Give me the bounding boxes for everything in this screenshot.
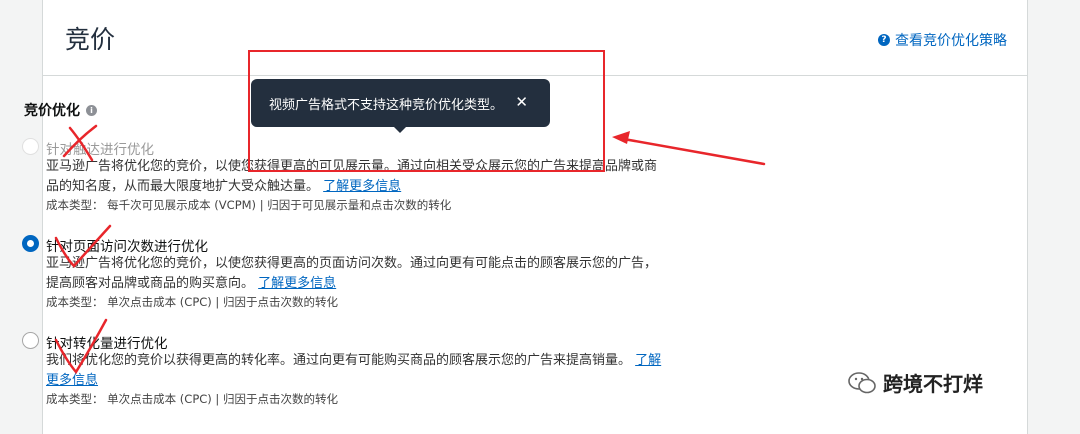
- annotation-box: [248, 50, 605, 172]
- option-reach-label: 针对触达进行优化: [46, 142, 154, 158]
- page-title: 竞价: [65, 25, 116, 54]
- learn-more-link-page-visits[interactable]: 了解更多信息: [258, 276, 336, 291]
- option-page-visits-label: 针对页面访问次数进行优化: [46, 239, 208, 255]
- option-reach-meta: 成本类型： 每千次可见展示成本 (VCPM) | 归因于可见展示量和点击次数的转…: [46, 198, 452, 212]
- view-strategy-link[interactable]: ? 查看竞价优化策略: [878, 30, 1007, 50]
- option-page-visits-desc: 亚马逊广告将优化您的竞价，以使您获得更高的页面访问次数。通过向更有可能点击的顾客…: [46, 254, 666, 294]
- option-conversions-desc-text: 我们将优化您的竞价以获得更高的转化率。通过向更有可能购买商品的顾客展示您的广告来…: [46, 353, 632, 368]
- option-conversions-meta: 成本类型： 单次点击成本 (CPC) | 归因于点击次数的转化: [46, 392, 338, 406]
- option-conversions-label: 针对转化量进行优化: [46, 336, 168, 352]
- radio-reach[interactable]: [22, 138, 39, 155]
- radio-page-visits[interactable]: [22, 235, 39, 252]
- option-conversions-desc: 我们将优化您的竞价以获得更高的转化率。通过向更有可能购买商品的顾客展示您的广告来…: [46, 351, 666, 391]
- watermark: 跨境不打烊: [847, 368, 983, 397]
- section-title-text: 竞价优化: [24, 103, 80, 119]
- learn-more-link-reach[interactable]: 了解更多信息: [323, 179, 401, 194]
- wechat-icon: [848, 371, 876, 393]
- help-icon: ?: [878, 34, 890, 46]
- info-icon[interactable]: i: [86, 104, 97, 116]
- view-strategy-label[interactable]: 查看竞价优化策略: [895, 30, 1007, 50]
- option-page-visits-meta: 成本类型： 单次点击成本 (CPC) | 归因于点击次数的转化: [46, 295, 338, 309]
- radio-conversions[interactable]: [22, 332, 39, 349]
- option-page-visits-desc-text: 亚马逊广告将优化您的竞价，以使您获得更高的页面访问次数。通过向更有可能点击的顾客…: [46, 256, 658, 291]
- section-title: 竞价优化 i: [24, 100, 97, 120]
- watermark-text: 跨境不打烊: [883, 372, 983, 396]
